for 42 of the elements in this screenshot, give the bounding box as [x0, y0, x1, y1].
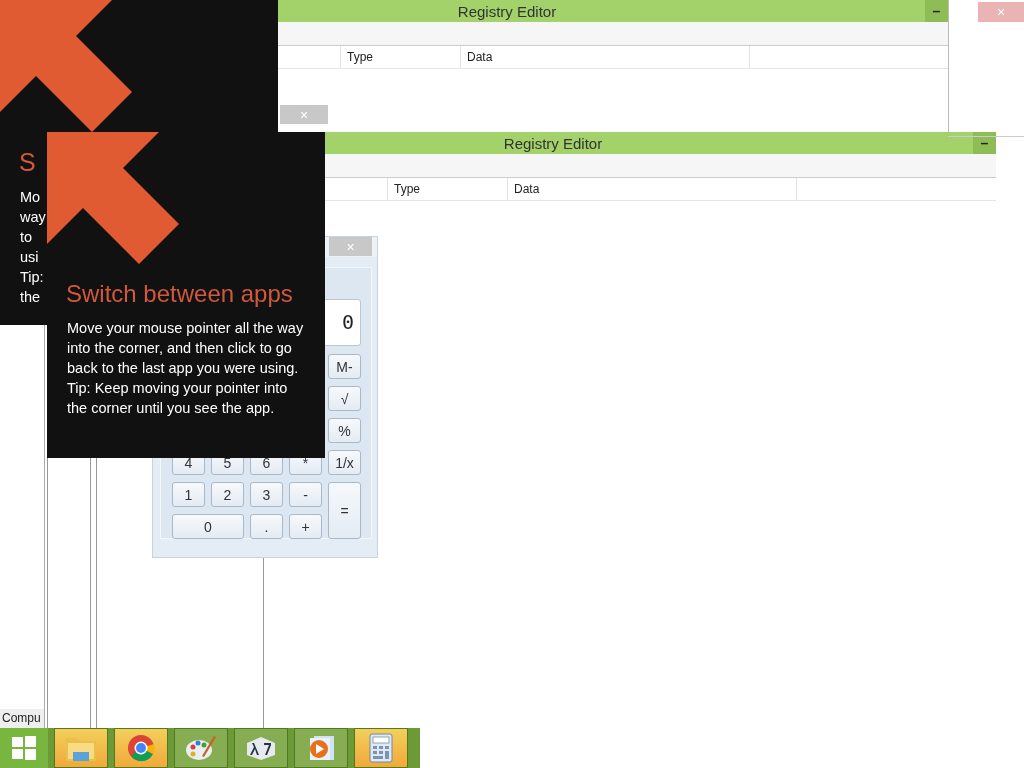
taskbar-button[interactable] — [354, 728, 408, 768]
calculator-key[interactable]: M- — [328, 354, 361, 379]
calculator-key[interactable]: 3 — [250, 482, 283, 507]
window-title: Registry Editor — [456, 2, 558, 20]
taskbar-button[interactable] — [54, 728, 108, 768]
calculator-key[interactable]: % — [328, 418, 361, 443]
column-header[interactable]: Data — [508, 178, 797, 200]
column-header[interactable]: Type — [388, 178, 508, 200]
tip-text: to — [20, 228, 33, 247]
minimize-button[interactable]: – — [925, 0, 948, 22]
minimize-button[interactable]: – — [973, 132, 996, 154]
column-header[interactable]: Data — [461, 46, 750, 68]
calculator-key[interactable]: 1 — [172, 482, 205, 507]
tip-text: Tip: Keep moving your pointer into the corner until you see the app. — [67, 379, 289, 418]
arrow-icon — [47, 132, 179, 264]
tip-text: usi — [20, 248, 39, 267]
taskbar-button[interactable] — [294, 728, 348, 768]
calculator-key[interactable]: √ — [328, 386, 361, 411]
windows-logo-icon — [12, 736, 36, 760]
calculator-key[interactable]: 0 — [172, 514, 244, 539]
calculator-key[interactable]: + — [289, 514, 322, 539]
calculator-key[interactable]: - — [289, 482, 322, 507]
lambda-icon — [245, 735, 277, 761]
start-button[interactable] — [0, 728, 48, 768]
calculator-key[interactable]: = — [328, 482, 361, 539]
taskbar-button[interactable] — [234, 728, 288, 768]
calculator-key[interactable]: . — [250, 514, 283, 539]
calculator-key[interactable]: 2 — [211, 482, 244, 507]
tip-text: Mo — [20, 188, 41, 207]
taskbar-button[interactable] — [174, 728, 228, 768]
colored-ring-icon — [127, 734, 155, 762]
calculator-icon — [369, 733, 393, 763]
palette-icon — [185, 734, 217, 762]
tip-title: S — [19, 148, 36, 177]
status-text: Compu — [0, 709, 44, 728]
window-title: Registry Editor — [502, 134, 604, 152]
arrow-icon — [0, 0, 132, 132]
tip-text: Tip: — [20, 268, 44, 287]
tip-text: way — [20, 208, 46, 227]
calculator-key[interactable]: 1/x — [328, 450, 361, 475]
column-header[interactable]: Type — [341, 46, 461, 68]
tip-text: the — [20, 288, 41, 307]
